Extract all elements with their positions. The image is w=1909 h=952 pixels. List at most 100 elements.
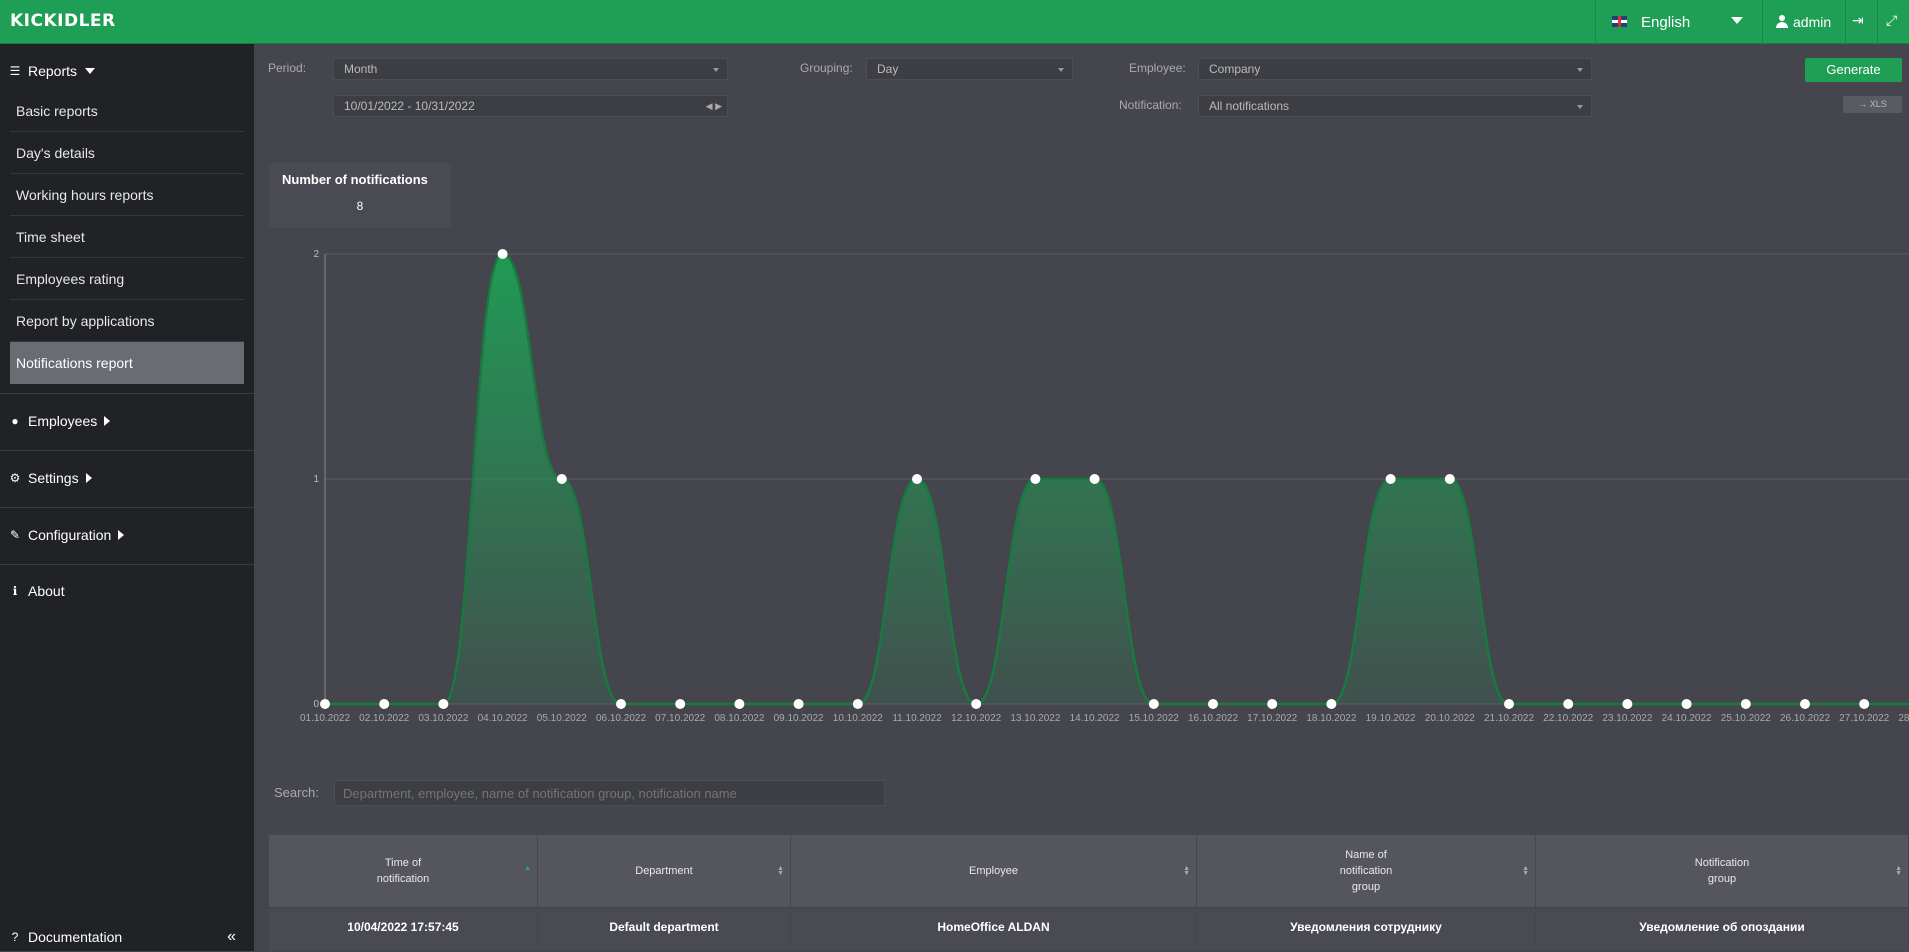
chevron-right-icon (118, 530, 125, 540)
sort-icon[interactable]: ▲ ▼ (1183, 865, 1190, 877)
data-point[interactable] (1740, 699, 1751, 709)
data-point[interactable] (616, 699, 626, 709)
fullscreen-icon[interactable]: ⤢ (1886, 12, 1897, 29)
data-point[interactable] (1681, 699, 1692, 709)
column-header-name-of-notification-group[interactable]: Name of notification group ▲ ▼ (1197, 835, 1536, 907)
sidebar-section-employees[interactable]: ● Employees (0, 406, 111, 436)
grouping-select[interactable]: Day (866, 58, 1073, 80)
export-xls-button[interactable]: → XLS (1843, 96, 1902, 113)
sidebar-item-basic-reports[interactable]: Basic reports (10, 90, 244, 132)
cell-notification-group: Уведомление об опоздании (1536, 909, 1909, 945)
sidebar-section-label: Employees (28, 413, 98, 429)
column-header-time-of-notification[interactable]: Time of notification ▲ (269, 835, 538, 907)
column-header-notification-group[interactable]: Notification group ▲ ▼ (1536, 835, 1909, 907)
x-tick-label: 25.10.2022 (1721, 713, 1771, 724)
sidebar-section-about[interactable]: ℹ About (0, 576, 65, 606)
employee-select[interactable]: Company (1198, 58, 1592, 80)
language-selector[interactable]: English (1641, 14, 1690, 31)
employee-label: Employee: (1129, 61, 1186, 75)
sidebar-item-notifications-report[interactable]: Notifications report (10, 342, 244, 384)
sidebar-item-employees-rating[interactable]: Employees rating (10, 258, 244, 300)
data-point[interactable] (320, 699, 330, 709)
sort-ascending-icon[interactable]: ▲ (524, 865, 531, 872)
data-point[interactable] (912, 474, 922, 484)
sidebar-section-label: Settings (28, 470, 79, 486)
search-input[interactable] (334, 780, 885, 806)
x-tick-label: 16.10.2022 (1188, 713, 1238, 724)
sidebar-documentation[interactable]: ? Documentation « (0, 922, 254, 952)
sidebar-item-time-sheet[interactable]: Time sheet (10, 216, 244, 258)
x-tick-label: 15.10.2022 (1129, 713, 1179, 724)
column-header-label: Notification group (1694, 857, 1750, 885)
sidebar-item-report-by-applications[interactable]: Report by applications (10, 300, 244, 342)
logout-icon[interactable]: ⇥ (1852, 12, 1864, 29)
data-point[interactable] (1622, 699, 1633, 709)
data-point[interactable] (1563, 699, 1574, 709)
sidebar-item-days-details[interactable]: Day's details (10, 132, 244, 174)
sidebar-section-settings[interactable]: ⚙ Settings (0, 463, 92, 493)
sidebar: ☰ Reports Basic reports Day's details Wo… (0, 44, 254, 951)
x-tick-label: 11.10.2022 (892, 713, 942, 724)
data-point[interactable] (1089, 474, 1100, 484)
user-menu[interactable]: admin (1793, 14, 1831, 30)
prev-next-period-icon[interactable]: ◀ ▶ (706, 96, 722, 116)
chevron-down-icon (713, 68, 719, 72)
date-range-picker[interactable]: 10/01/2022 - 10/31/2022 ◀ ▶ (333, 95, 728, 117)
data-point[interactable] (379, 699, 390, 709)
data-point[interactable] (971, 699, 982, 709)
data-point[interactable] (1148, 699, 1159, 709)
generate-button[interactable]: Generate (1805, 58, 1902, 82)
sort-icon[interactable]: ▲ ▼ (1895, 865, 1902, 877)
data-point[interactable] (438, 699, 449, 709)
x-tick-label: 28.10.2022 (1898, 713, 1909, 724)
data-point[interactable] (734, 699, 745, 709)
question-icon: ? (11, 930, 19, 944)
app-logo[interactable]: KICKIDLER (10, 11, 116, 31)
data-point[interactable] (1800, 699, 1810, 709)
data-point[interactable] (852, 699, 863, 709)
y-tick-label: 2 (313, 249, 319, 260)
column-header-department[interactable]: Department ▲ ▼ (538, 835, 791, 907)
x-tick-label: 01.10.2022 (300, 713, 350, 724)
period-select-value: Month (344, 62, 378, 76)
stat-tab-number-of-notifications[interactable]: Number of notifications 8 (269, 163, 451, 228)
date-range-value: 10/01/2022 - 10/31/2022 (344, 99, 475, 113)
data-point[interactable] (1208, 699, 1218, 709)
data-point[interactable] (1859, 699, 1870, 709)
sort-icon[interactable]: ▲ ▼ (777, 865, 784, 877)
table-row[interactable]: 10/04/2022 17:57:45 Default department H… (269, 909, 1909, 951)
y-tick-label: 0 (313, 699, 319, 710)
column-header-label: Time of notification (376, 857, 430, 885)
table-header: Time of notification ▲ Department ▲ ▼ Emp… (269, 835, 1909, 907)
data-point[interactable] (1030, 474, 1041, 484)
sidebar-divider (0, 393, 254, 394)
grouping-label: Grouping: (800, 61, 853, 75)
notification-select[interactable]: All notifications (1198, 95, 1592, 117)
x-tick-label: 02.10.2022 (359, 713, 409, 724)
x-tick-label: 09.10.2022 (774, 713, 824, 724)
sort-icon[interactable]: ▲ ▼ (1522, 865, 1529, 877)
data-point[interactable] (793, 699, 804, 709)
sidebar-item-working-hours-reports[interactable]: Working hours reports (10, 174, 244, 216)
sidebar-section-configuration[interactable]: ✎ Configuration (0, 520, 125, 550)
x-tick-label: 07.10.2022 (655, 713, 705, 724)
collapse-sidebar-icon[interactable]: « (227, 928, 236, 946)
user-icon: ● (11, 414, 19, 428)
period-select[interactable]: Month (333, 58, 728, 80)
column-header-employee[interactable]: Employee ▲ ▼ (791, 835, 1197, 907)
data-point[interactable] (497, 249, 508, 259)
x-tick-label: 14.10.2022 (1070, 713, 1120, 724)
data-point[interactable] (1385, 474, 1396, 484)
x-tick-label: 10.10.2022 (833, 713, 883, 724)
data-point[interactable] (556, 474, 567, 484)
gears-icon: ⚙ (9, 471, 21, 485)
data-point[interactable] (1267, 699, 1278, 709)
data-point[interactable] (1504, 699, 1514, 709)
data-point[interactable] (1444, 474, 1455, 484)
search-label: Search: (274, 785, 319, 800)
data-point[interactable] (675, 699, 686, 709)
data-point[interactable] (1326, 699, 1337, 709)
chevron-right-icon (104, 416, 111, 426)
chevron-down-icon[interactable] (1731, 17, 1743, 24)
sidebar-section-reports[interactable]: ☰ Reports (0, 56, 96, 86)
